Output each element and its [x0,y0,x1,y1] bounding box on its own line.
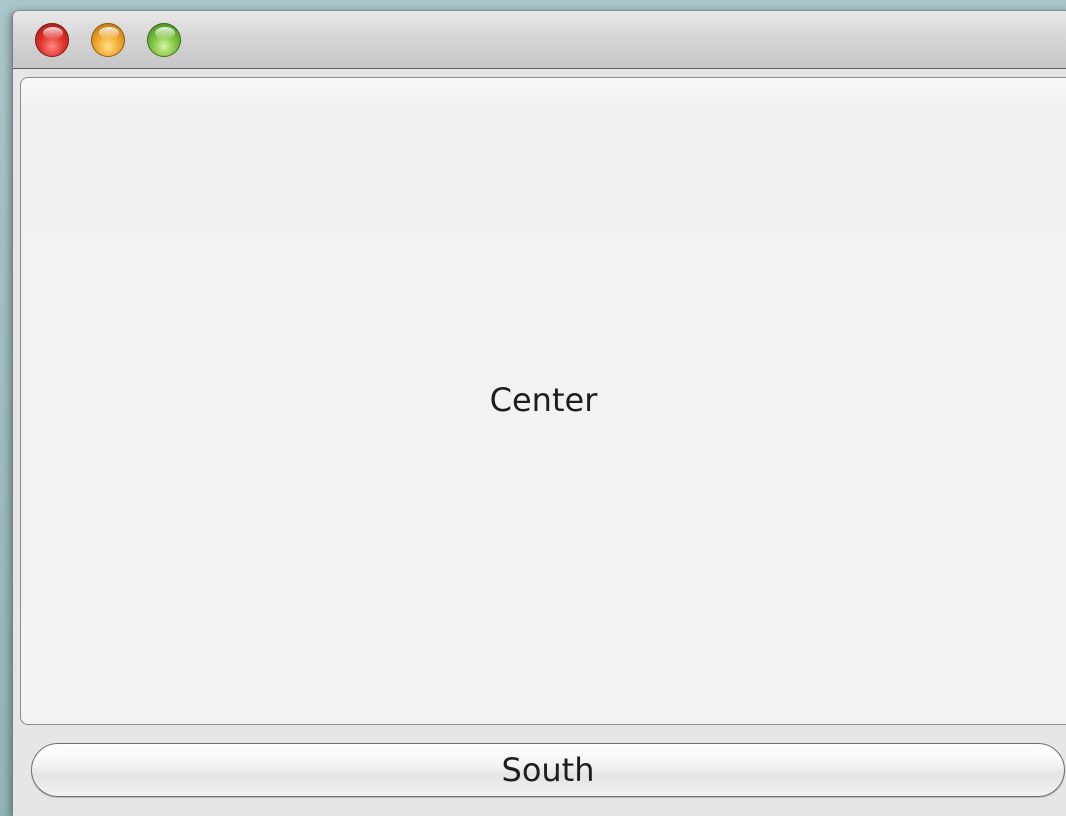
content-pane: Center South [13,69,1066,816]
center-panel: Center [20,77,1066,725]
center-label: Center [489,381,598,419]
zoom-window-icon[interactable] [147,23,181,57]
south-button[interactable]: South [31,743,1065,797]
close-window-icon[interactable] [35,23,69,57]
app-window: Center South [12,10,1066,816]
minimize-window-icon[interactable] [91,23,125,57]
title-bar[interactable] [13,11,1066,69]
